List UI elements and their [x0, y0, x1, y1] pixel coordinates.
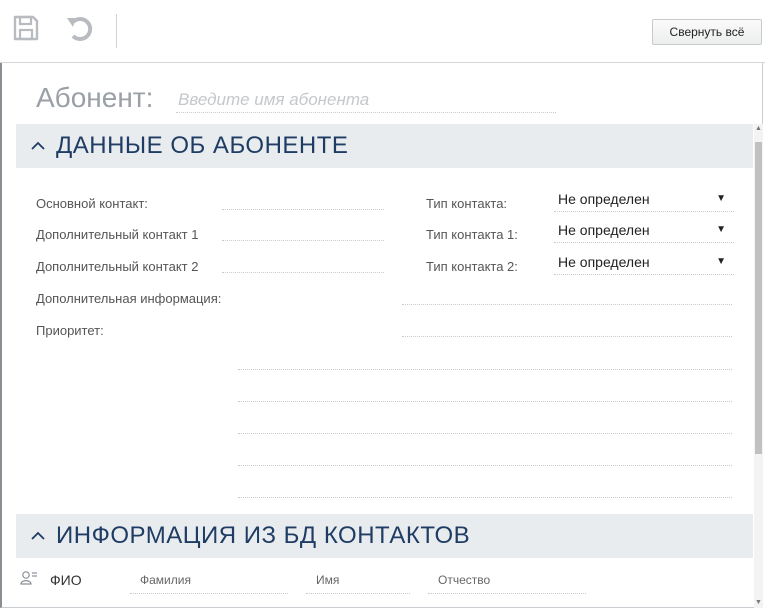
contact-type-2-select[interactable]: Не определен ▼	[554, 254, 734, 275]
section-title: ДАННЫЕ ОБ АБОНЕНТЕ	[56, 132, 349, 159]
primary-contact-field[interactable]	[222, 209, 384, 210]
collapse-all-button[interactable]: Свернуть всё	[652, 19, 762, 45]
undo-icon[interactable]	[64, 12, 96, 44]
chevron-up-icon	[31, 141, 45, 150]
notes-line[interactable]	[238, 401, 732, 402]
chevron-up-icon	[31, 531, 45, 540]
person-list-icon	[20, 571, 37, 585]
contact-type-select[interactable]: Не определен ▼	[554, 191, 734, 212]
additional-contact-2-field[interactable]	[222, 272, 384, 273]
contact-type-value: Не определен	[558, 191, 650, 207]
additional-contact-1-label: Дополнительный контакт 1	[36, 227, 199, 242]
notes-line[interactable]	[238, 497, 732, 498]
priority-label: Приоритет:	[36, 323, 104, 338]
dropdown-arrow-icon: ▼	[716, 193, 726, 204]
contact-type-2-value: Не определен	[558, 254, 650, 270]
last-name-field[interactable]	[130, 593, 288, 594]
section-title: ИНФОРМАЦИЯ ИЗ БД КОНТАКТОВ	[56, 522, 471, 549]
notes-line[interactable]	[238, 433, 732, 434]
contact-type-2-label: Тип контакта 2:	[426, 259, 518, 274]
primary-contact-label: Основной контакт:	[36, 196, 148, 211]
dropdown-arrow-icon: ▼	[716, 256, 726, 267]
section-contacts-db-header[interactable]: ИНФОРМАЦИЯ ИЗ БД КОНТАКТОВ	[16, 514, 753, 558]
patronymic-field[interactable]	[428, 593, 586, 594]
save-icon[interactable]	[10, 12, 42, 44]
contact-type-1-select[interactable]: Не определен ▼	[554, 222, 734, 243]
additional-info-label: Дополнительная информация:	[36, 291, 222, 306]
priority-field[interactable]	[402, 336, 732, 337]
contact-type-label: Тип контакта:	[426, 196, 508, 211]
additional-contact-1-field[interactable]	[222, 240, 384, 241]
first-name-placeholder: Имя	[316, 573, 340, 587]
fio-label: ФИО	[50, 572, 82, 588]
scroll-up-icon[interactable]: ▲	[755, 124, 762, 134]
notes-line[interactable]	[238, 465, 732, 466]
additional-contact-2-label: Дополнительный контакт 2	[36, 259, 199, 274]
scrollbar-thumb[interactable]	[755, 142, 762, 454]
notes-line[interactable]	[238, 369, 732, 370]
section-subscriber-data-header[interactable]: ДАННЫЕ ОБ АБОНЕНТЕ	[16, 124, 753, 168]
contact-type-1-label: Тип контакта 1:	[426, 227, 518, 242]
patronymic-placeholder: Отчество	[438, 573, 491, 587]
subscriber-name-input[interactable]	[176, 88, 556, 113]
first-name-field[interactable]	[306, 593, 410, 594]
subscriber-label: Абонент:	[36, 82, 154, 113]
scroll-down-icon[interactable]: ▼	[755, 598, 762, 608]
last-name-placeholder: Фамилия	[140, 573, 191, 587]
dropdown-arrow-icon: ▼	[716, 224, 726, 235]
additional-info-field[interactable]	[402, 304, 732, 305]
toolbar-separator	[116, 14, 117, 48]
contact-type-1-value: Не определен	[558, 222, 650, 238]
vertical-scrollbar[interactable]: ▲ ▼	[754, 124, 763, 608]
toolbar: Свернуть всё	[0, 0, 765, 63]
